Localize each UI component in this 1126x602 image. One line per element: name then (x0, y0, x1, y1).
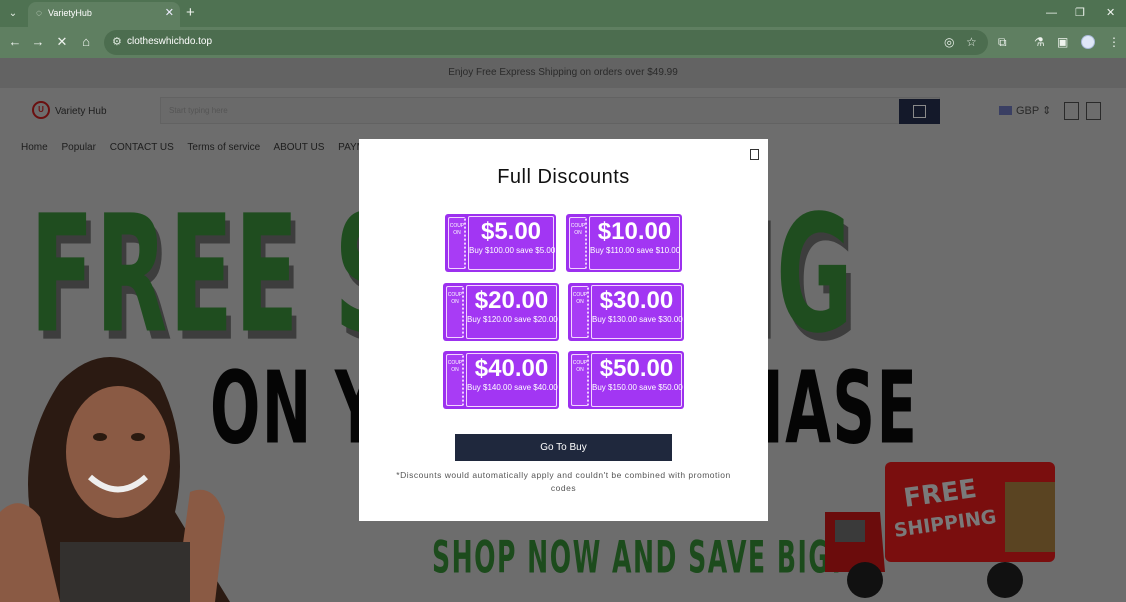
coupon-desc: Buy $100.00 save $5.00 (469, 246, 556, 255)
browser-toolbar: ← → ✕ ⌂ ⚙ clotheswhichdo.top ◎ ☆ ⧉ ⚗ ▣ ⋮ (0, 27, 1126, 58)
browser-tab[interactable]: ◌ VarietyHub ✕ (28, 2, 180, 27)
new-tab-plus-icon[interactable]: + (186, 4, 195, 22)
close-window-icon[interactable]: ✕ (1106, 4, 1115, 22)
eye-slash-icon[interactable]: ◎ (944, 35, 954, 49)
tab-title: VarietyHub (48, 8, 92, 18)
tab-close-icon[interactable]: ✕ (165, 6, 174, 20)
discount-modal: Full Discounts COUPON $5.00 Buy $100.00 … (359, 139, 768, 521)
site-logo-text[interactable]: Variety Hub (55, 106, 107, 117)
go-to-buy-button[interactable]: Go To Buy (455, 434, 672, 461)
minimize-icon[interactable]: — (1046, 4, 1057, 22)
delivery-truck-image: FREE SHIPPING (825, 462, 1055, 598)
site-logo-icon[interactable]: U (32, 101, 50, 119)
coupon-stub: COUPON (446, 354, 464, 406)
coupon-10[interactable]: COUPON $10.00 Buy $110.00 save $10.00 (566, 214, 682, 272)
stop-loading-icon[interactable]: ✕ (53, 33, 71, 51)
coupon-desc: Buy $130.00 save $30.00 (592, 315, 683, 324)
url-text[interactable]: clotheswhichdo.top (127, 36, 212, 47)
hero-cta-text: SHOP NOW AND SAVE BIG! (432, 532, 844, 584)
coupon-stub: COUPON (446, 286, 464, 338)
coupon-body: $10.00 Buy $110.00 save $10.00 (589, 216, 680, 270)
coupon-amount: $50.00 (599, 355, 674, 382)
search-placeholder: Start typing here (169, 106, 228, 115)
coupon-desc: Buy $110.00 save $10.00 (590, 246, 681, 255)
coupon-desc: Buy $120.00 save $20.00 (467, 315, 558, 324)
coupon-desc: Buy $150.00 save $50.00 (592, 383, 683, 392)
labs-flask-icon[interactable]: ⚗ (1034, 33, 1045, 51)
smiling-woman-image (0, 357, 230, 602)
home-icon[interactable]: ⌂ (77, 33, 95, 51)
coupon-amount: $40.00 (474, 355, 549, 382)
back-arrow-icon[interactable]: ← (6, 33, 24, 51)
account-icon[interactable] (1064, 102, 1079, 120)
coupon-amount: $5.00 (480, 218, 542, 245)
extensions-icon[interactable]: ⧉ (998, 33, 1007, 51)
coupon-body: $5.00 Buy $100.00 save $5.00 (468, 216, 556, 270)
coupon-body: $40.00 Buy $140.00 save $40.00 (466, 353, 558, 407)
profile-avatar-icon[interactable] (1081, 35, 1095, 49)
coupon-5[interactable]: COUPON $5.00 Buy $100.00 save $5.00 (445, 214, 556, 272)
nav-item[interactable]: ABOUT US (273, 142, 324, 153)
site-info-icon[interactable]: ⚙ (112, 35, 122, 48)
nav-item[interactable]: Home (21, 142, 48, 153)
announcement-bar: Enjoy Free Express Shipping on orders ov… (0, 58, 1126, 88)
nav-item[interactable]: Popular (61, 142, 95, 153)
cart-icon[interactable] (1086, 102, 1101, 120)
coupon-desc: Buy $140.00 save $40.00 (467, 383, 558, 392)
nav-item[interactable]: Terms of service (187, 142, 260, 153)
coupon-stub: COUPON (571, 286, 589, 338)
coupon-amount: $10.00 (597, 218, 672, 245)
forward-arrow-icon[interactable]: → (29, 33, 47, 51)
search-input[interactable]: Start typing here (160, 97, 940, 124)
uk-flag-icon (999, 106, 1012, 115)
discount-disclaimer: *Discounts would automatically apply and… (396, 470, 731, 493)
coupon-30[interactable]: COUPON $30.00 Buy $130.00 save $30.00 (568, 283, 684, 341)
tab-strip: ⌄ ◌ VarietyHub ✕ + — ❐ ✕ (0, 0, 1126, 27)
side-panel-icon[interactable]: ▣ (1057, 33, 1068, 51)
coupon-amount: $20.00 (474, 287, 549, 314)
coupon-stub: COUPON (571, 354, 589, 406)
currency-label: GBP (1016, 105, 1040, 117)
coupon-20[interactable]: COUPON $20.00 Buy $120.00 save $20.00 (443, 283, 559, 341)
bookmark-star-icon[interactable]: ☆ (966, 35, 977, 49)
coupon-40[interactable]: COUPON $40.00 Buy $140.00 save $40.00 (443, 351, 559, 409)
restore-icon[interactable]: ❐ (1075, 4, 1085, 22)
kebab-menu-icon[interactable]: ⋮ (1108, 33, 1120, 51)
currency-selector[interactable]: GBP ⇕ (999, 104, 1051, 117)
coupon-50[interactable]: COUPON $50.00 Buy $150.00 save $50.00 (568, 351, 684, 409)
coupon-stub: COUPON (448, 217, 466, 269)
coupon-body: $30.00 Buy $130.00 save $30.00 (591, 285, 683, 339)
search-button[interactable] (899, 99, 940, 124)
coupon-body: $20.00 Buy $120.00 save $20.00 (466, 285, 558, 339)
search-icon (913, 105, 926, 118)
modal-title: Full Discounts (497, 166, 630, 188)
coupon-body: $50.00 Buy $150.00 save $50.00 (591, 353, 683, 407)
modal-close-icon[interactable] (750, 149, 759, 160)
coupon-amount: $30.00 (599, 287, 674, 314)
loading-favicon-icon: ◌ (36, 8, 42, 19)
tab-search-chevron-icon[interactable]: ⌄ (4, 5, 22, 23)
coupon-stub: COUPON (569, 217, 587, 269)
address-bar[interactable]: ⚙ clotheswhichdo.top ◎ ☆ (104, 30, 988, 55)
nav-item[interactable]: CONTACT US (110, 142, 174, 153)
